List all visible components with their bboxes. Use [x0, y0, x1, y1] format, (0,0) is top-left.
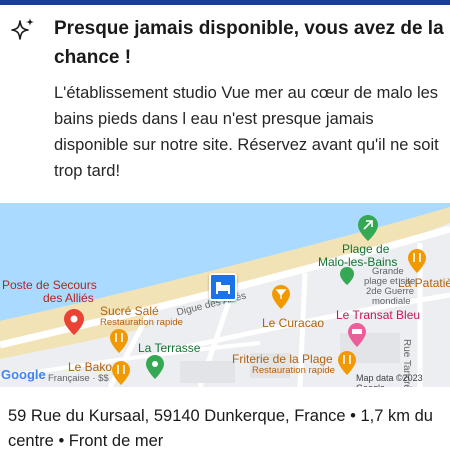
landmark-pin-icon[interactable] [340, 267, 354, 285]
restaurant-pin-icon-4[interactable] [112, 361, 130, 385]
patatiere-label[interactable]: La Patatiè [398, 277, 450, 289]
terrasse-label[interactable]: La Terrasse [138, 342, 200, 354]
restaurant-pin-icon-2[interactable] [408, 249, 426, 273]
restaurant-pin-icon-3[interactable] [338, 351, 356, 375]
sucre-sale-label[interactable]: Sucré Salé [100, 305, 159, 317]
le-bako-sub: Française · $$ [48, 373, 109, 384]
plage-label-1[interactable]: Plage de [342, 243, 389, 255]
poste-secours-label-2[interactable]: des Alliés [43, 292, 94, 304]
poste-secours-label[interactable]: Poste de Secours [2, 279, 97, 291]
property-address: 59 Rue du Kursaal, 59140 Dunkerque, Fran… [8, 407, 433, 450]
transat-bleu-label[interactable]: Le Transat Bleu [336, 309, 420, 321]
promo-description: L'établissement studio Vue mer au cœur d… [54, 84, 439, 180]
google-logo: Google [1, 367, 46, 382]
bar-pin-icon[interactable] [272, 285, 290, 309]
map-attribution: Map data ©2023 Google [356, 373, 423, 387]
sparkle-icon [11, 18, 34, 40]
restaurant-pin-icon[interactable] [110, 329, 128, 353]
availability-promo: Presque jamais disponible, vous avez de … [0, 5, 450, 200]
friterie-label[interactable]: Friterie de la Plage [232, 353, 333, 365]
red-location-pin-icon[interactable] [64, 309, 84, 335]
green-pin-icon[interactable] [146, 355, 164, 379]
bed-icon [216, 282, 230, 294]
beach-pin-icon[interactable] [358, 215, 378, 241]
curacao-label[interactable]: Le Curacao [262, 317, 324, 329]
hotel-pin-icon[interactable] [348, 323, 366, 347]
grande-plage-label-4: mondiale [372, 296, 411, 307]
hotel-location-marker[interactable] [209, 273, 237, 301]
promo-title: Presque jamais disponible, vous avez de … [54, 18, 444, 68]
friterie-sub: Restauration rapide [252, 365, 335, 376]
sucre-sale-sub: Restauration rapide [100, 317, 183, 328]
le-bako-label[interactable]: Le Bako [68, 361, 112, 373]
